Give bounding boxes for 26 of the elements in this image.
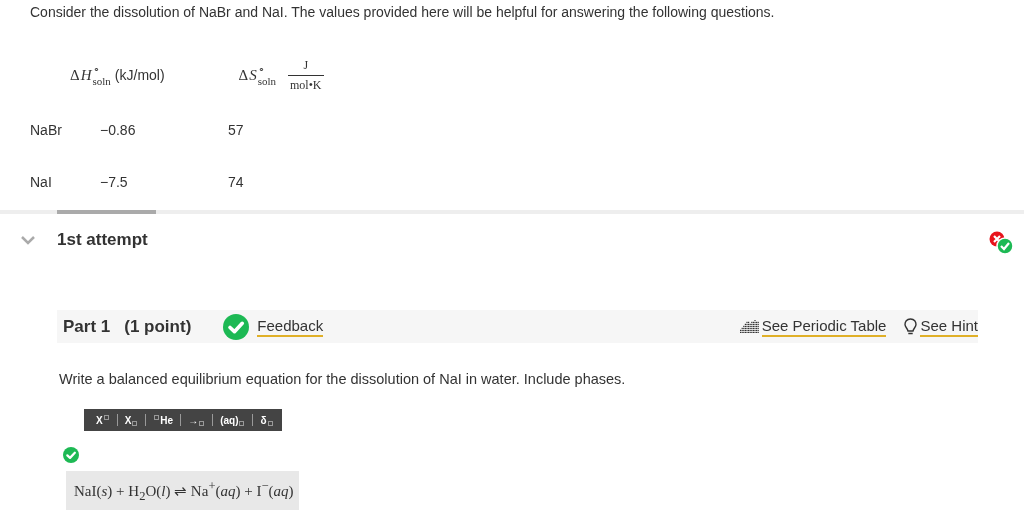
table-cell: −0.86 — [100, 122, 136, 138]
chevron-icon[interactable] — [21, 235, 35, 245]
toolbar-button[interactable]: X — [120, 414, 143, 426]
toolbar-button[interactable]: δ — [256, 414, 278, 426]
table-cell: −7.5 — [100, 174, 128, 190]
tool-link[interactable]: See Hint — [920, 316, 978, 337]
tool-link[interactable]: See Periodic Table — [761, 316, 887, 337]
row-label: NaI — [30, 174, 52, 190]
table-cell: 57 — [228, 122, 244, 138]
lightbulb-icon — [904, 318, 918, 335]
toolbar-button[interactable]: (aq) — [216, 414, 250, 426]
chart-icon — [739, 320, 759, 333]
row-label: NaBr — [30, 122, 62, 138]
answer-equation: NaI(s) + H$_{2}$O(l) ⇌ Na$^{+}$(aq) + I$^{−}$(aq) — [66, 471, 300, 510]
toolbar-button[interactable]: X — [92, 414, 114, 426]
part-points: (1 point) — [124, 316, 192, 337]
attempt-title: 1st attempt — [57, 230, 149, 250]
question-text: Consider the dissolution of NaBr and NaI. The values provided here will be helpful for answering the following questions. — [30, 4, 776, 20]
toolbar-button[interactable]: He — [149, 414, 178, 426]
unit-numerator: J — [302, 57, 310, 74]
part-title: Part 1 — [63, 316, 111, 337]
table-cell: 74 — [228, 174, 244, 190]
unit-denominator: mol•K — [287, 74, 324, 93]
instruction-text: Write a balanced equilibrium equation for the dissolution of NaI in water. Include phases. — [59, 371, 627, 387]
feedback-link[interactable]: Feedback — [257, 316, 324, 337]
toolbar-button[interactable]: → — [184, 414, 210, 426]
